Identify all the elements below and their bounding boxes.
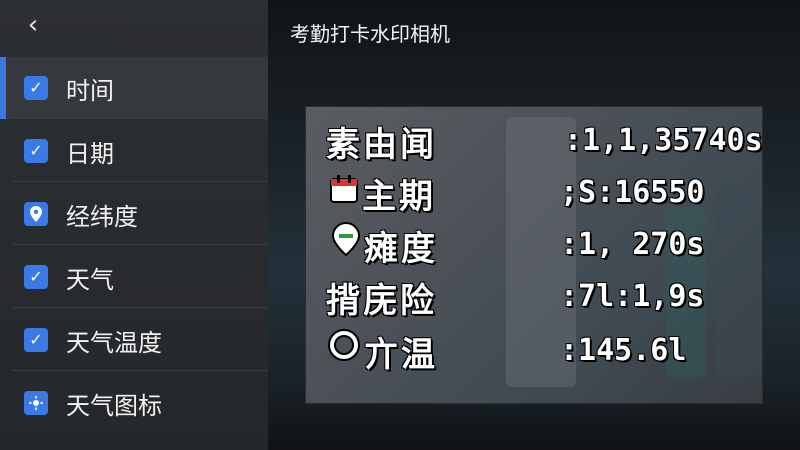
sidebar-item-weather-icon[interactable]: 天气图标	[0, 372, 268, 434]
settings-sidebar: ‹ ✓ 时间 ✓ 日期 经纬度 ✓ 天气 ✓ 天气温度 天气图标	[0, 0, 268, 450]
sidebar-item-label: 时间	[66, 76, 114, 105]
page-title: 考勤打卡水印相机	[290, 22, 450, 46]
watermark-value: :145.6l	[560, 333, 687, 368]
sidebar-item-weather-temperature[interactable]: ✓ 天气温度	[0, 309, 268, 371]
sidebar-item-label: 天气	[66, 265, 114, 294]
circle-icon	[328, 329, 360, 365]
checkbox-checked-icon[interactable]: ✓	[24, 139, 48, 163]
sidebar-item-label: 日期	[66, 139, 114, 168]
location-pin-icon	[330, 221, 362, 261]
chevron-left-icon: ‹	[27, 10, 39, 40]
watermark-label: 揹庑险	[326, 281, 437, 321]
watermark-label: 瘫度	[364, 229, 438, 269]
calendar-icon	[328, 173, 360, 209]
sidebar-item-label: 天气图标	[66, 391, 162, 420]
watermark-label: 素由闻	[326, 125, 437, 165]
location-pin-icon[interactable]	[24, 202, 48, 226]
weather-icon[interactable]	[24, 391, 48, 415]
divider	[12, 118, 268, 119]
watermark-value: :1,1,35740s	[564, 123, 763, 158]
checkbox-checked-icon[interactable]: ✓	[24, 265, 48, 289]
back-button[interactable]: ‹	[18, 10, 48, 40]
sidebar-item-time[interactable]: ✓ 时间	[0, 57, 268, 119]
sidebar-item-date[interactable]: ✓ 日期	[0, 120, 268, 182]
background-shape	[716, 187, 762, 377]
watermark-value: :1, 270s	[560, 227, 705, 262]
divider	[12, 244, 268, 245]
sidebar-item-label: 天气温度	[66, 328, 162, 357]
watermark-preview: 素由闻 :1,1,35740s 主期 ;S:16550 瘫度 :1, 270s …	[306, 107, 763, 403]
watermark-label: 主期	[362, 177, 436, 217]
divider	[12, 370, 268, 371]
divider	[12, 307, 268, 308]
watermark-value: :7l:1,9s	[560, 279, 705, 314]
sidebar-item-weather[interactable]: ✓ 天气	[0, 246, 268, 308]
watermark-value: ;S:16550	[560, 175, 705, 210]
watermark-label: 亣温	[364, 335, 438, 375]
sidebar-item-label: 经纬度	[66, 202, 138, 231]
checkbox-checked-icon[interactable]: ✓	[24, 328, 48, 352]
checkbox-checked-icon[interactable]: ✓	[24, 76, 48, 100]
divider	[12, 181, 268, 182]
sidebar-item-coordinates[interactable]: 经纬度	[0, 183, 268, 245]
